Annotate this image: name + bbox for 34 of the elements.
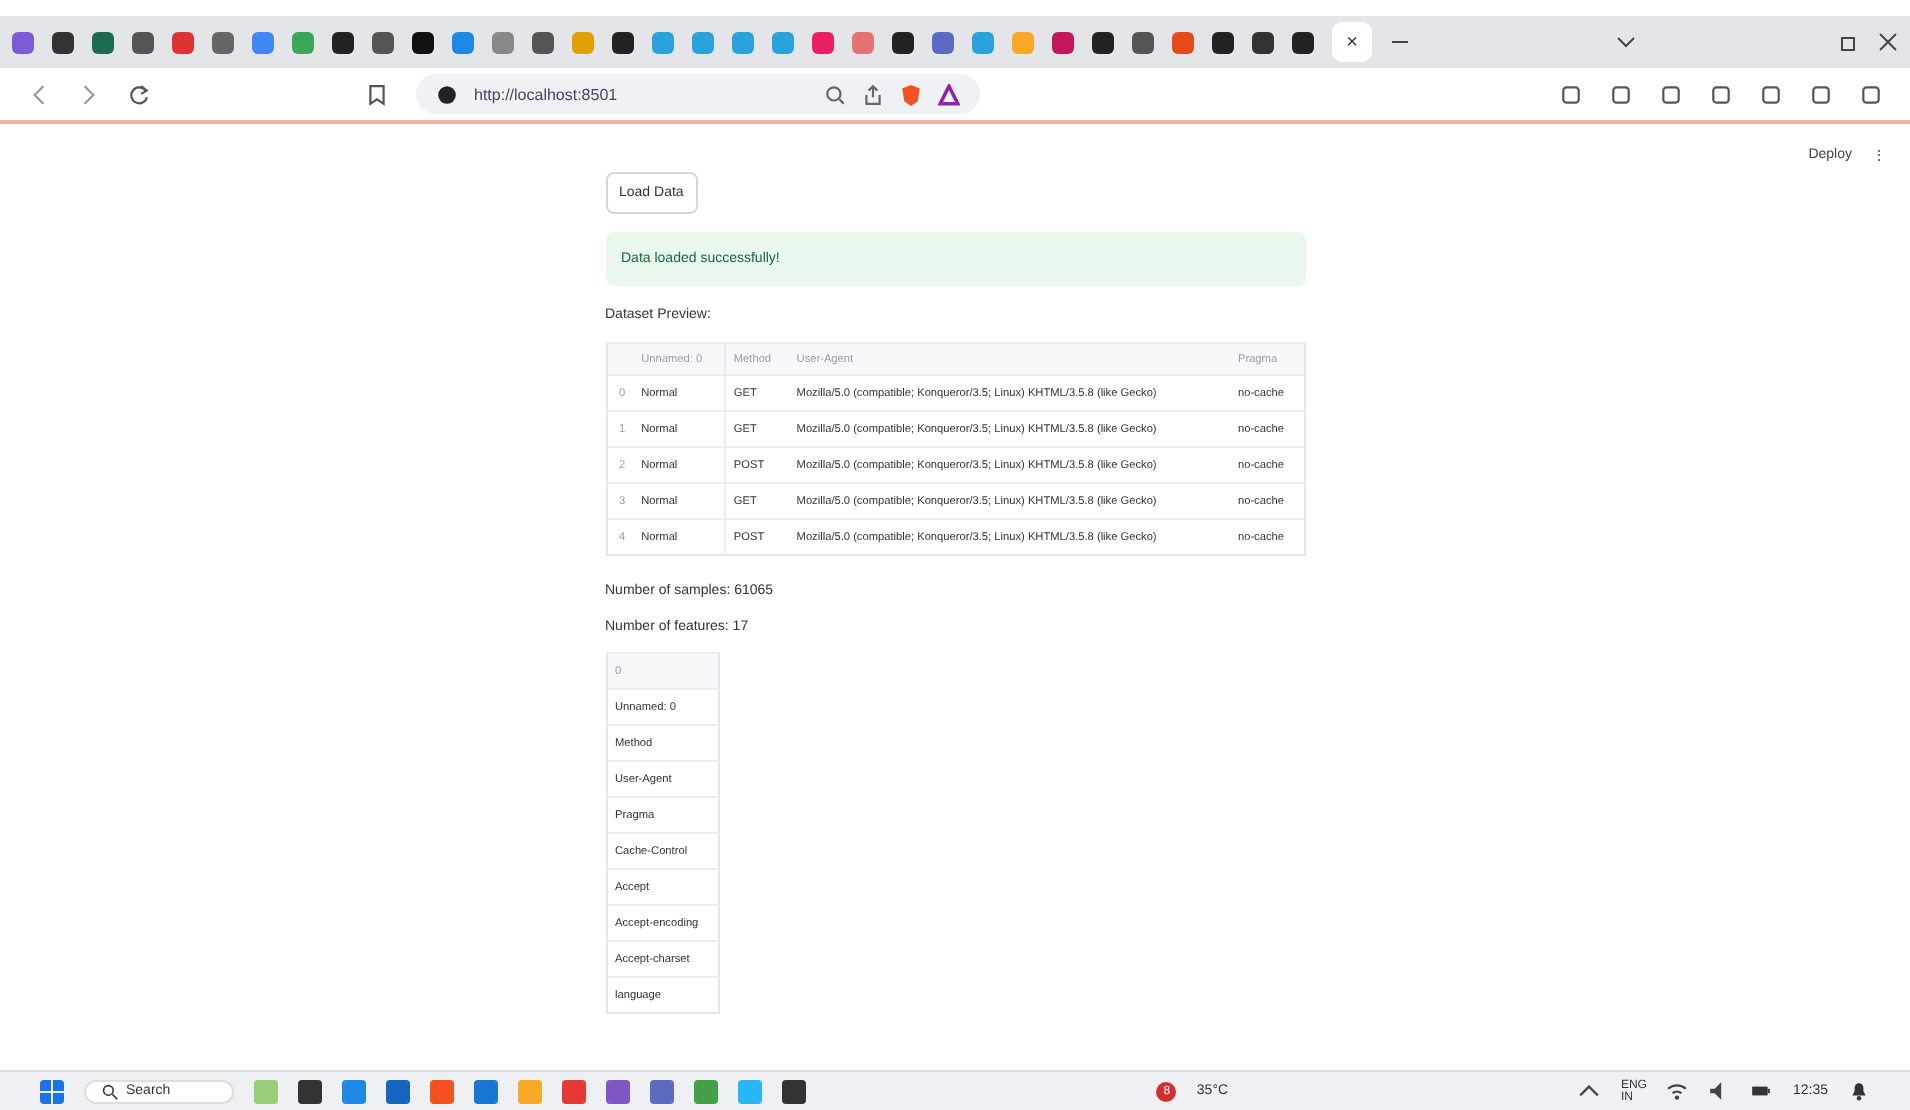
close-icon[interactable]: [1878, 32, 1898, 52]
bookmark-icon[interactable]: [366, 83, 388, 105]
taskbar-app-icon[interactable]: [298, 1079, 322, 1103]
tab-favicon-icon[interactable]: [1252, 31, 1274, 53]
tab-favicon-icon[interactable]: [612, 31, 634, 53]
address-bar[interactable]: http://localhost:8501: [416, 74, 980, 114]
chevron-up-icon[interactable]: [1578, 1080, 1601, 1102]
tab-favicon-icon[interactable]: [892, 31, 914, 53]
tab-favicon-icon[interactable]: [372, 31, 394, 53]
wifi-icon[interactable]: [1666, 1080, 1689, 1102]
tab-favicon-icon[interactable]: [1132, 31, 1154, 53]
restore-icon[interactable]: [1840, 32, 1860, 52]
back-icon[interactable]: [28, 83, 50, 105]
share-icon[interactable]: [862, 83, 884, 105]
zoom-icon[interactable]: [824, 83, 846, 105]
tab-favicon-icon[interactable]: [532, 31, 554, 53]
tab-favicon-icon[interactable]: [52, 31, 74, 53]
tab-favicon-icon[interactable]: [412, 31, 434, 53]
chevron-down-icon[interactable]: [1615, 32, 1635, 52]
tab-favicon-icon[interactable]: [332, 31, 354, 53]
tab-favicon-icon[interactable]: [1212, 31, 1234, 53]
search-icon: [102, 1083, 118, 1099]
forward-icon[interactable]: [78, 83, 100, 105]
taskbar-app-icon[interactable]: [386, 1079, 410, 1103]
tab-favicon-icon[interactable]: [132, 31, 154, 53]
bell-icon[interactable]: [1848, 1080, 1870, 1102]
start-icon[interactable]: [40, 1079, 64, 1103]
taskbar-app-icon[interactable]: [782, 1079, 806, 1103]
tab-favicon-icon[interactable]: [1292, 31, 1314, 53]
active-tab[interactable]: ×: [1332, 22, 1372, 62]
reload-icon[interactable]: [128, 83, 150, 105]
tab-favicon-icon[interactable]: [1092, 31, 1114, 53]
triangle-icon[interactable]: [938, 83, 960, 105]
site-info-icon[interactable]: [436, 83, 458, 105]
